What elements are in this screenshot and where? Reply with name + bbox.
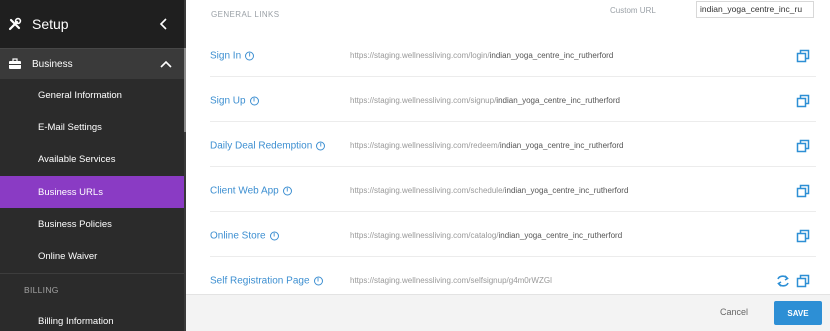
- sidebar-item-online-waiver[interactable]: Online Waiver: [0, 240, 186, 272]
- link-name-label: Self Registration Page: [210, 275, 310, 287]
- link-row: Sign Up i https://staging.wellnessliving.c…: [210, 81, 816, 122]
- footer-bar: Cancel SAVE: [186, 294, 830, 331]
- sidebar-divider-billing: BILLING: [0, 272, 186, 306]
- link-name-label: Sign In: [210, 50, 242, 62]
- info-icon[interactable]: i: [282, 186, 292, 196]
- info-icon[interactable]: i: [245, 51, 255, 61]
- copy-icon[interactable]: [796, 49, 810, 63]
- sidebar-item-email-settings[interactable]: E-Mail Settings: [0, 111, 186, 143]
- link-row: Online Store i https://staging.wellnessliv…: [210, 216, 816, 257]
- link-name[interactable]: Online Store i: [210, 231, 279, 242]
- save-button[interactable]: SAVE: [774, 301, 822, 325]
- link-url-slug: indian_yoga_centre_inc_rutherford: [504, 186, 629, 195]
- info-icon[interactable]: i: [316, 141, 326, 151]
- link-name-label: Daily Deal Redemption: [210, 140, 313, 152]
- custom-url-input[interactable]: indian_yoga_centre_inc_ru: [696, 1, 814, 18]
- sidebar-item-available-services[interactable]: Available Services: [0, 144, 186, 176]
- link-name-label: Client Web App: [210, 185, 279, 197]
- link-url-base: https://staging.wellnessliving.com/signu…: [350, 96, 497, 105]
- sidebar-item-billing-information[interactable]: Billing Information: [0, 306, 186, 331]
- link-url-base: https://staging.wellnessliving.com/selfs…: [350, 276, 552, 285]
- link-url-slug: indian_yoga_centre_inc_rutherford: [498, 231, 623, 240]
- custom-url-label: Custom URL: [610, 6, 656, 15]
- link-name[interactable]: Sign In i: [210, 50, 255, 62]
- copy-icon[interactable]: [796, 94, 810, 108]
- link-url-slug: indian_yoga_centre_inc_rutherford: [489, 51, 614, 60]
- sidebar-section-business[interactable]: Business: [0, 48, 186, 79]
- info-icon[interactable]: i: [313, 276, 323, 286]
- link-name[interactable]: Self Registration Page i: [210, 276, 323, 287]
- link-url-base: https://staging.wellnessliving.com/login…: [350, 51, 490, 60]
- link-name-label: Sign Up: [210, 95, 246, 107]
- sidebar-title: Setup: [32, 16, 69, 32]
- link-url-base: https://staging.wellnessliving.com/catal…: [350, 231, 499, 240]
- link-url-slug: indian_yoga_centre_inc_rutherford: [499, 141, 624, 150]
- section-title: GENERAL LINKS: [211, 10, 280, 19]
- link-url: https://staging.wellnessliving.com/selfs…: [350, 275, 640, 287]
- wrench-screwdriver-icon: [6, 15, 24, 33]
- refresh-icon[interactable]: [776, 274, 790, 288]
- link-url-base: https://staging.wellnessliving.com/sched…: [350, 186, 505, 195]
- link-url: https://staging.wellnessliving.com/redee…: [350, 140, 640, 152]
- info-icon[interactable]: i: [269, 231, 279, 241]
- sidebar-item-general-information[interactable]: General Information: [0, 79, 186, 111]
- link-row: Daily Deal Redemption i https://staging.we…: [210, 126, 816, 167]
- link-name[interactable]: Client Web App i: [210, 186, 292, 197]
- link-name-label: Online Store: [210, 230, 266, 242]
- main-panel: GENERAL LINKS Custom URL indian_yoga_cen…: [186, 0, 830, 331]
- link-name[interactable]: Daily Deal Redemption i: [210, 140, 326, 152]
- sidebar-item-business-urls[interactable]: Business URLs: [0, 175, 186, 209]
- cancel-button[interactable]: Cancel: [720, 307, 748, 317]
- sidebar-item-business-policies[interactable]: Business Policies: [0, 208, 186, 240]
- sidebar: Setup Business General Information E-Mai…: [0, 0, 186, 331]
- link-url: https://staging.wellnessliving.com/signu…: [350, 95, 640, 107]
- link-url: https://staging.wellnessliving.com/catal…: [350, 230, 640, 242]
- link-row: Sign In i https://staging.wellnessliving.c…: [210, 36, 816, 77]
- link-url: https://staging.wellnessliving.com/login…: [350, 50, 640, 62]
- link-url-slug: indian_yoga_centre_inc_rutherford: [496, 96, 620, 105]
- link-row: Client Web App i https://staging.wellnessl…: [210, 171, 816, 212]
- sidebar-header: Setup: [0, 0, 186, 48]
- info-icon[interactable]: i: [249, 96, 259, 106]
- sidebar-section-label: Business: [32, 58, 73, 70]
- copy-icon[interactable]: [796, 139, 810, 153]
- link-url-base: https://staging.wellnessliving.com/redee…: [350, 141, 500, 150]
- chevron-up-icon[interactable]: [160, 55, 172, 73]
- briefcase-icon: [8, 57, 22, 71]
- copy-icon[interactable]: [796, 184, 810, 198]
- link-name[interactable]: Sign Up i: [210, 96, 259, 107]
- copy-icon[interactable]: [796, 274, 810, 288]
- chevron-left-icon[interactable]: [154, 14, 174, 34]
- link-url: https://staging.wellnessliving.com/sched…: [350, 185, 640, 197]
- copy-icon[interactable]: [796, 229, 810, 243]
